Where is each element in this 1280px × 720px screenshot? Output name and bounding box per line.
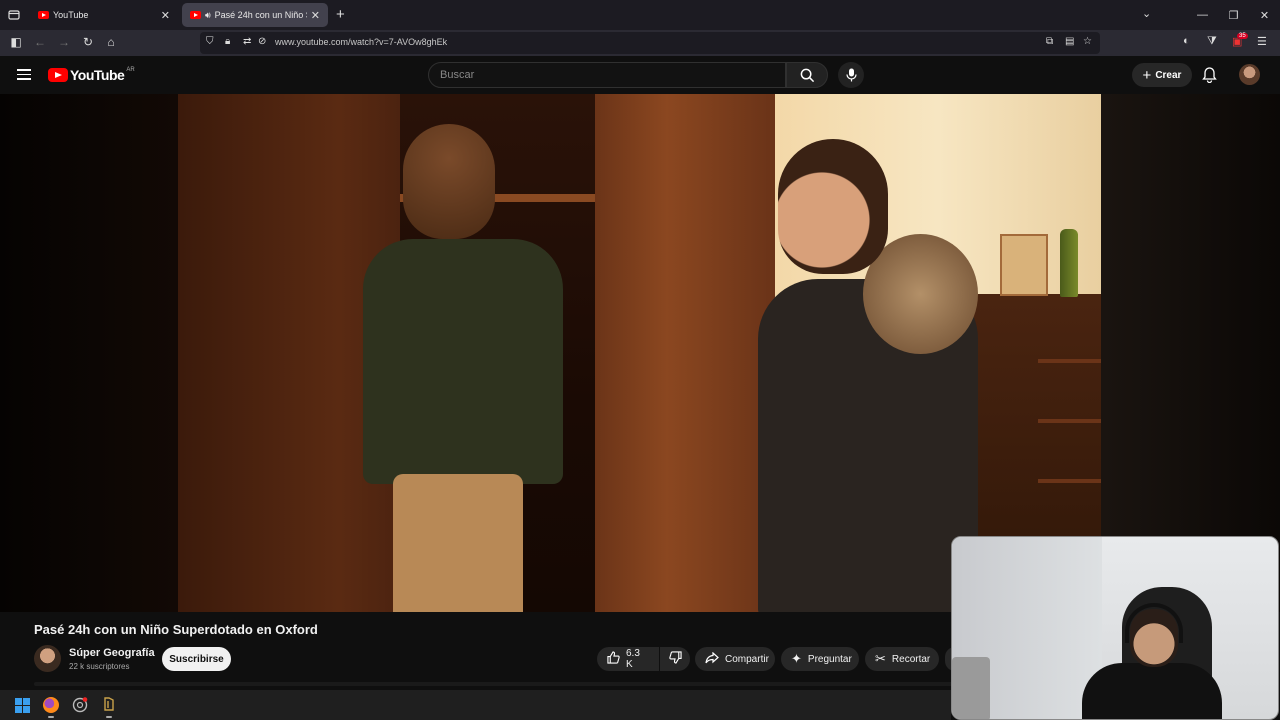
chevron-down-icon[interactable]: ⌄ — [1142, 7, 1151, 20]
video-letterbox-right — [1101, 94, 1280, 612]
closet-door — [595, 94, 775, 612]
video-letterbox-left — [0, 94, 178, 612]
tab-list-icon[interactable] — [0, 0, 28, 30]
search-button[interactable] — [786, 62, 828, 88]
notifications-bell-icon[interactable] — [1202, 67, 1217, 88]
create-label: Crear — [1155, 69, 1182, 81]
reader-view-icon[interactable]: ▤ — [1065, 36, 1074, 47]
logo-text: YouTube — [70, 67, 125, 83]
subscriber-count: 22 k suscriptores — [69, 662, 130, 671]
search-box — [428, 62, 786, 88]
voice-search-button[interactable] — [838, 62, 864, 88]
new-tab-button[interactable]: + — [336, 6, 345, 23]
youtube-favicon-icon — [38, 11, 49, 19]
dislike-button[interactable] — [660, 647, 690, 671]
youtube-play-icon — [48, 68, 68, 82]
share-button[interactable]: Compartir — [695, 647, 775, 671]
close-tab-icon[interactable]: ✕ — [161, 9, 170, 22]
share-label: Compartir — [725, 653, 769, 665]
video-title: Pasé 24h con un Niño Superdotado en Oxfo… — [34, 622, 318, 637]
home-icon[interactable]: ⌂ — [103, 35, 119, 49]
firefox-icon[interactable] — [42, 696, 60, 714]
scissors-icon: ✂ — [875, 651, 886, 666]
address-bar[interactable]: ⛉ 🔒︎ ⇄ ⊘ www.youtube.com/watch?v=7-AVOw8… — [200, 32, 1100, 54]
lock-icon[interactable]: 🔒︎ — [225, 36, 230, 47]
channel-avatar[interactable] — [34, 645, 61, 672]
window-controls: — ❐ ✕ — [1187, 0, 1280, 30]
windows-start-icon[interactable] — [13, 696, 31, 714]
sidebar-toggle-icon[interactable]: ◧ — [8, 35, 24, 49]
chrome-like-icon[interactable] — [71, 696, 89, 714]
menu-icon[interactable]: ☰ — [1257, 35, 1267, 48]
shield-icon[interactable]: ⛉ — [206, 36, 214, 47]
speaker-icon[interactable]: 🔊︎ — [205, 10, 211, 21]
extensions-puzzle-icon[interactable]: ⧩ — [1207, 35, 1217, 48]
shelf-board — [1038, 419, 1101, 423]
channel-name[interactable]: Súper Geografía — [69, 647, 155, 659]
browser-tab-video[interactable]: 🔊︎ Pasé 24h con un Niño Superdotado en O… — [182, 3, 328, 27]
clip-button[interactable]: ✂ Recortar — [865, 647, 939, 671]
youtube-favicon-icon — [190, 11, 201, 19]
active-app-indicator — [106, 716, 112, 718]
taskbar — [0, 690, 951, 720]
video-frame — [178, 94, 1101, 612]
picture-in-picture-icon[interactable]: ⧉ — [1046, 36, 1053, 47]
cereal-box — [1000, 234, 1048, 296]
oil-bottle — [1060, 229, 1078, 297]
streamer-body — [1082, 663, 1222, 719]
permissions-icon[interactable]: ⇄ — [243, 36, 251, 47]
url-text[interactable]: www.youtube.com/watch?v=7-AVOw8ghEk — [275, 37, 447, 47]
plus-icon: + — [1142, 66, 1152, 84]
youtube-logo[interactable]: YouTube AR — [48, 67, 135, 83]
bookmark-star-icon[interactable]: ☆ — [1083, 36, 1092, 47]
share-arrow-icon — [705, 651, 719, 667]
thumbs-up-icon — [607, 651, 620, 667]
game-launcher-icon[interactable] — [100, 696, 118, 714]
extension-badge: 35 — [1237, 33, 1248, 39]
microphone-icon — [845, 68, 857, 82]
autoplay-blocked-icon[interactable]: ⊘ — [258, 36, 266, 47]
close-tab-icon[interactable]: ✕ — [311, 9, 320, 22]
subscribe-button[interactable]: Suscribirse — [162, 647, 231, 671]
person-at-closet — [363, 124, 583, 612]
sparkle-icon: ✦ — [791, 651, 802, 666]
hamburger-menu-icon[interactable] — [17, 69, 31, 80]
youtube-header: YouTube AR + Crear — [0, 56, 1280, 94]
active-app-indicator — [48, 716, 54, 718]
country-code: AR — [126, 67, 135, 73]
back-icon[interactable]: ← — [32, 35, 48, 49]
shelf-board — [1038, 359, 1101, 363]
tab-title: YouTube — [53, 10, 89, 20]
ask-button[interactable]: ✦ Preguntar — [781, 647, 859, 671]
browser-nav-bar: ◧ ← → ↻ ⌂ ⛉ 🔒︎ ⇄ ⊘ www.youtube.com/watch… — [0, 30, 1280, 56]
tab-title: Pasé 24h con un Niño Superdotado en Oxfo… — [214, 10, 307, 20]
like-button[interactable]: 6.3 K — [597, 647, 659, 671]
thumbs-down-icon — [668, 651, 682, 667]
browser-tab-strip: YouTube ✕ 🔊︎ Pasé 24h con un Niño Superd… — [0, 0, 1280, 30]
trash-can — [952, 657, 990, 719]
restore-button[interactable]: ❐ — [1218, 9, 1249, 22]
minimize-button[interactable]: — — [1187, 9, 1218, 21]
create-button[interactable]: + Crear — [1132, 63, 1192, 87]
webcam-overlay — [951, 536, 1279, 720]
shelf-board — [1038, 479, 1101, 483]
browser-tab-youtube[interactable]: YouTube ✕ — [30, 3, 178, 27]
clip-label: Recortar — [891, 653, 931, 665]
ask-label: Preguntar — [807, 653, 852, 665]
reload-icon[interactable]: ↻ — [80, 35, 96, 49]
close-window-button[interactable]: ✕ — [1249, 9, 1280, 22]
video-player[interactable] — [0, 94, 1280, 612]
description-box-edge — [34, 682, 954, 686]
account-avatar[interactable] — [1239, 64, 1260, 85]
forward-icon[interactable]: → — [56, 35, 72, 49]
like-count: 6.3 K — [626, 648, 640, 670]
extension-icon[interactable]: ◐ — [1183, 35, 1190, 47]
search-icon — [800, 68, 814, 82]
search-input[interactable] — [429, 63, 785, 87]
